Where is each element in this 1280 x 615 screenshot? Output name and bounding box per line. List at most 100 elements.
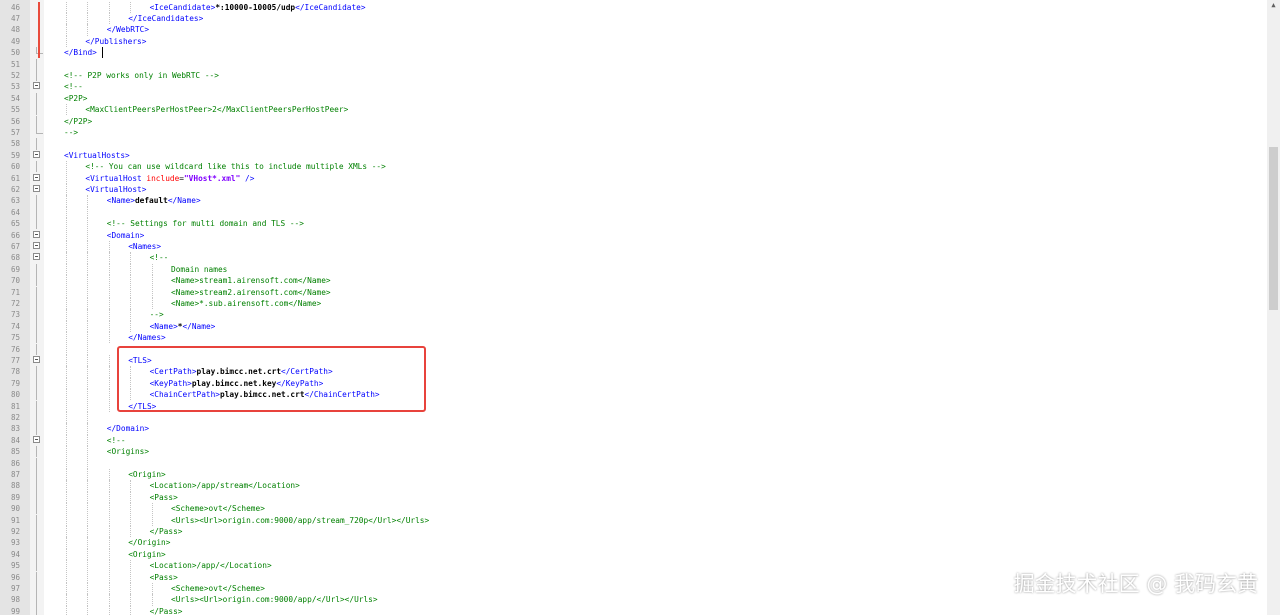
fold-toggle-icon[interactable] [33, 173, 40, 181]
code-text[interactable]: <!-- [150, 252, 169, 263]
code-text[interactable]: <P2P> [64, 93, 87, 104]
code-line[interactable]: 86 [0, 457, 1267, 469]
code-text[interactable]: <Scheme>ovt</Scheme> [171, 503, 265, 514]
code-line[interactable]: 58 [0, 138, 1267, 150]
code-line[interactable]: 69 Domain names [0, 263, 1267, 276]
fold-toggle-icon[interactable] [33, 230, 40, 238]
code-line[interactable]: 57 --> [0, 126, 1267, 138]
code-text[interactable]: </Publishers> [85, 36, 146, 47]
code-line[interactable]: 61 <VirtualHost include="VHost*.xml" /> [0, 172, 1267, 184]
code-text[interactable]: <VirtualHost> [85, 184, 146, 195]
code-text[interactable]: <Origins> [107, 446, 149, 457]
code-text[interactable]: <Origin> [128, 469, 166, 480]
code-text[interactable]: <Name>*.sub.airensoft.com</Name> [171, 298, 321, 309]
code-line[interactable]: 72 <Name>*.sub.airensoft.com</Name> [0, 297, 1267, 310]
code-line[interactable]: 88 <Location>/app/stream</Location> [0, 480, 1267, 492]
code-line[interactable]: 87 <Origin> [0, 468, 1267, 481]
code-line[interactable]: 84 <!-- [0, 434, 1267, 447]
code-line[interactable]: 73 --> [0, 309, 1267, 321]
code-line[interactable]: 65 <!-- Settings for multi domain and TLS… [0, 218, 1267, 230]
code-text[interactable]: </Pass> [150, 606, 183, 615]
code-line[interactable]: 68 <!-- [0, 252, 1267, 264]
code-line[interactable]: 89 <Pass> [0, 491, 1267, 504]
code-line[interactable]: 51 [0, 58, 1267, 70]
code-line[interactable]: 93 </Origin> [0, 537, 1267, 549]
code-text[interactable]: <Urls><Url>origin.com:9000/app/stream_72… [171, 515, 429, 526]
code-text[interactable]: <IceCandidate>*:10000-10005/udp</IceCand… [150, 2, 366, 13]
code-text[interactable]: <Name>*</Name> [150, 321, 216, 332]
code-line[interactable]: 75 </Names> [0, 332, 1267, 344]
code-line[interactable]: 94 <Origin> [0, 548, 1267, 561]
code-text[interactable]: </P2P> [64, 116, 92, 127]
code-line[interactable]: 46 <IceCandidate>*:10000-10005/udp</IceCa… [0, 1, 1267, 13]
code-text[interactable]: <Origin> [128, 549, 166, 560]
fold-toggle-icon[interactable] [33, 241, 40, 249]
code-line[interactable]: 63 <Name>default</Name> [0, 195, 1267, 207]
code-text[interactable]: --> [64, 127, 78, 138]
scroll-up-arrow-icon[interactable]: ▲ [1267, 0, 1280, 10]
code-text[interactable]: <Name>stream2.airensoft.com</Name> [171, 287, 331, 298]
code-text[interactable]: </Origin> [128, 537, 170, 548]
code-line[interactable]: 90 <Scheme>ovt</Scheme> [0, 503, 1267, 515]
code-line[interactable]: 48 </WebRTC> [0, 24, 1267, 36]
code-line[interactable]: 62 <VirtualHost> [0, 183, 1267, 196]
fold-toggle-icon[interactable] [33, 435, 40, 443]
code-text[interactable]: --> [150, 309, 164, 320]
fold-toggle-icon[interactable] [33, 82, 40, 90]
code-line[interactable]: 49 </Publishers> [0, 35, 1267, 48]
code-text[interactable]: <Scheme>ovt</Scheme> [171, 583, 265, 594]
code-line[interactable]: 85 <Origins> [0, 446, 1267, 458]
code-line[interactable]: 64 [0, 206, 1267, 219]
fold-toggle-icon[interactable] [33, 184, 40, 192]
code-text[interactable]: <Pass> [150, 492, 178, 503]
code-text[interactable]: <Pass> [150, 572, 178, 583]
code-text[interactable]: <!-- Settings for multi domain and TLS -… [107, 218, 304, 229]
code-text[interactable]: </Pass> [150, 526, 183, 537]
code-line[interactable]: 52 <!-- P2P works only in WebRTC --> [0, 69, 1267, 82]
code-line[interactable]: 55 <MaxClientPeersPerHostPeer>2</MaxClien… [0, 104, 1267, 116]
code-text[interactable]: <Name>stream1.airensoft.com</Name> [171, 275, 331, 286]
code-line[interactable]: 67 <Names> [0, 240, 1267, 253]
code-text[interactable]: <VirtualHosts> [64, 150, 130, 161]
code-line[interactable]: 47 </IceCandidates> [0, 12, 1267, 25]
vertical-scrollbar[interactable]: ▲ [1267, 0, 1280, 615]
code-line[interactable]: 56 </P2P> [0, 115, 1267, 127]
code-line[interactable]: 60 <!-- You can use wildcard like this to… [0, 161, 1267, 173]
code-text[interactable]: <Urls><Url>origin.com:9000/app/</Url></U… [171, 594, 378, 605]
code-text[interactable]: <!-- [107, 435, 126, 446]
code-line[interactable]: 54 <P2P> [0, 92, 1267, 105]
scrollbar-thumb[interactable] [1269, 147, 1278, 310]
code-line[interactable]: 53 <!-- [0, 81, 1267, 92]
code-text[interactable]: <Domain> [107, 230, 145, 241]
code-line[interactable]: 99 </Pass> [0, 605, 1267, 615]
code-line[interactable]: 66 <Domain> [0, 229, 1267, 241]
fold-toggle-icon[interactable] [33, 150, 40, 158]
code-text[interactable]: <Names> [128, 241, 161, 252]
code-text[interactable]: </WebRTC> [107, 24, 149, 35]
code-text[interactable]: <!-- [64, 81, 83, 92]
code-line[interactable]: 71 <Name>stream2.airensoft.com</Name> [0, 286, 1267, 298]
code-editor[interactable]: 46 <IceCandidate>*:10000-10005/udp</IceCa… [0, 0, 1267, 615]
code-text[interactable]: <!-- P2P works only in WebRTC --> [64, 70, 219, 81]
code-text[interactable]: <VirtualHost include="VHost*.xml" /> [85, 173, 254, 184]
fold-toggle-icon[interactable] [33, 355, 40, 363]
code-text[interactable]: <!-- You can use wildcard like this to i… [85, 161, 385, 172]
code-text[interactable]: </Bind> [64, 47, 97, 58]
code-text[interactable]: </Names> [128, 332, 166, 343]
code-text[interactable]: <Location>/app/</Location> [150, 560, 272, 571]
code-line[interactable]: 59 <VirtualHosts> [0, 150, 1267, 161]
code-text[interactable]: <Name>default</Name> [107, 195, 201, 206]
code-line[interactable]: 70 <Name>stream1.airensoft.com</Name> [0, 275, 1267, 287]
code-line[interactable]: 50 </Bind> [0, 47, 1267, 59]
code-line[interactable]: 92 </Pass> [0, 525, 1267, 538]
fold-toggle-icon[interactable] [33, 253, 40, 261]
code-text[interactable]: <MaxClientPeersPerHostPeer>2</MaxClientP… [85, 104, 348, 115]
code-line[interactable]: 91 <Urls><Url>origin.com:9000/app/stream_… [0, 514, 1267, 526]
code-line[interactable]: 83 </Domain> [0, 423, 1267, 435]
code-line[interactable]: 74 <Name>*</Name> [0, 320, 1267, 333]
code-text[interactable]: </Domain> [107, 423, 149, 434]
code-text[interactable]: <Location>/app/stream</Location> [150, 480, 300, 491]
code-line[interactable]: 82 [0, 411, 1267, 424]
code-text[interactable]: Domain names [171, 264, 227, 275]
code-text[interactable]: </IceCandidates> [128, 13, 203, 24]
